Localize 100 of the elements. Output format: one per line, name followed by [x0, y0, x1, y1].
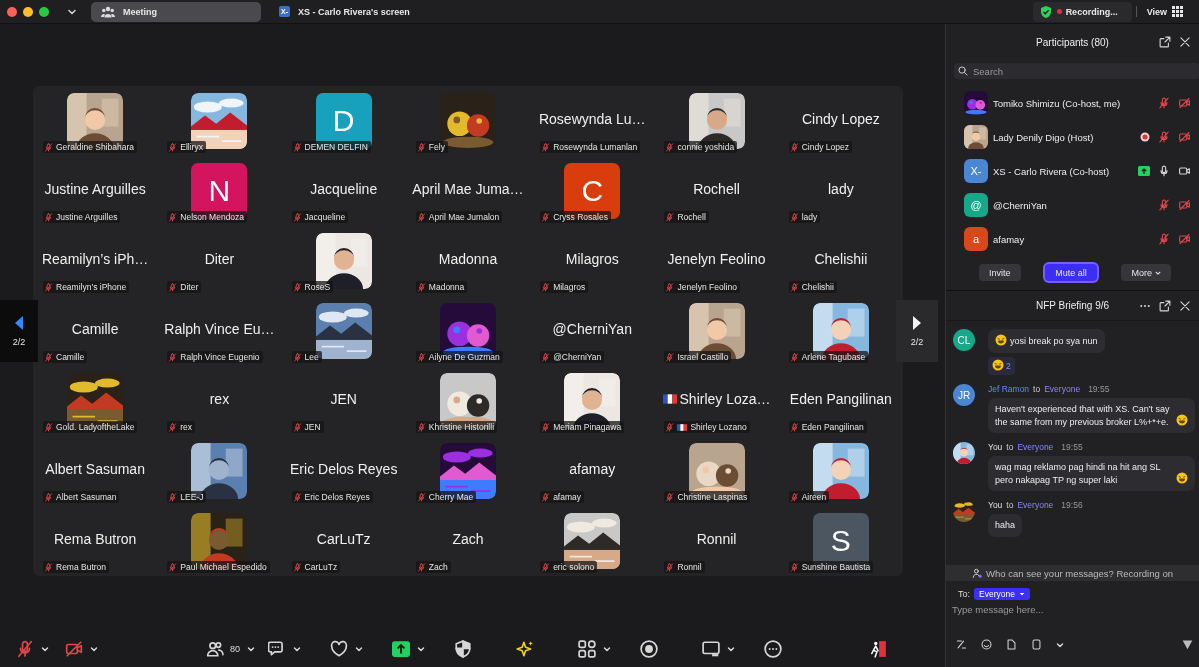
muted-mic-icon [665, 142, 675, 152]
sender-name: Jef Ramon [988, 384, 1030, 394]
panel-button[interactable]: More [1121, 264, 1171, 281]
screenshot-icon[interactable] [1031, 639, 1042, 650]
recording-dot-icon [1056, 9, 1062, 14]
participant-name: Arlene Tagubase [801, 352, 866, 362]
message-text: Haven't experienced that with XS. Can't say the same from my previous broker L%+*+e. [995, 403, 1171, 429]
panel-button[interactable]: Mute all [1045, 264, 1097, 281]
muted-mic-icon [44, 282, 53, 292]
caret-icon[interactable] [417, 644, 425, 653]
person-icon [972, 568, 983, 578]
muted-mic-icon [416, 422, 426, 432]
reaction-chip[interactable]: 2 [988, 357, 1015, 375]
shield-icon [454, 639, 472, 658]
caret-icon[interactable] [603, 644, 611, 653]
display-name: @CherniYan [552, 321, 632, 337]
sparkle-icon [516, 639, 534, 658]
message-text: haha [995, 519, 1016, 532]
page-button[interactable]: 2/2 [896, 300, 938, 362]
participant-name: Albert Sasuman [56, 492, 117, 502]
muted-mic-icon [416, 212, 426, 222]
emoji-icon[interactable] [981, 639, 992, 650]
window-control-icon[interactable] [23, 6, 33, 17]
pop-out-icon[interactable] [1159, 36, 1171, 48]
recording-status: Recording... [1065, 6, 1118, 17]
muted-mic-icon [44, 352, 53, 362]
display-name: Eric Delos Reyes [290, 461, 398, 477]
people-icon [101, 5, 115, 18]
muted-mic-icon [416, 562, 426, 572]
participant-name: Tomiko Shimizu (Co-host, me) [993, 97, 1121, 109]
muted-mic-icon [44, 142, 53, 152]
pop-out-icon[interactable] [1159, 299, 1171, 312]
participant-name: Shirley Lozano [690, 422, 747, 432]
caret-icon[interactable] [1155, 269, 1161, 276]
caret-icon[interactable] [90, 644, 98, 653]
toolbar-button[interactable] [576, 637, 598, 660]
display-name: Jenelyn Feolino [667, 251, 766, 267]
caret-icon[interactable] [1056, 640, 1064, 649]
send-icon[interactable] [1182, 639, 1193, 650]
participant-name: Paul Michael Espedido [180, 562, 267, 572]
more-icon [764, 639, 782, 658]
caret-icon[interactable] [41, 644, 49, 653]
apps-icon [578, 639, 596, 658]
participant-name: JEN [304, 422, 321, 432]
participant-name: Nelson Mendoza [180, 212, 245, 222]
display-name: Rosewynda Lu… [538, 111, 646, 127]
participant-name: afamay [553, 492, 581, 502]
laughing-emoji-icon [992, 359, 1004, 371]
muted-mic-icon [789, 142, 799, 152]
record-icon [640, 639, 658, 658]
participant-name: Madonna [428, 282, 465, 292]
caret-icon[interactable] [727, 644, 735, 653]
sender-name: You [988, 442, 1003, 453]
participant-name: Gold. LadyoftheLake [56, 422, 135, 432]
participants-icon [206, 639, 224, 658]
window-control-icon[interactable] [39, 6, 49, 17]
avatar: a [964, 227, 988, 251]
participant-name: Diter [180, 282, 199, 292]
avatar: CL [953, 329, 975, 351]
view-button[interactable]: View [1135, 6, 1193, 17]
format-icon[interactable] [956, 639, 967, 650]
participant-name: Reamilyn’s iPhone [56, 282, 127, 292]
toolbar-button[interactable]: 80 [204, 637, 242, 660]
muted-mic-icon [168, 492, 178, 502]
muted-mic-icon [44, 422, 53, 432]
participant-name: Meriam Pinagawa [553, 422, 622, 432]
page-button[interactable]: 2/2 [0, 300, 38, 362]
participant-name: Ralph Vince Eugenio [180, 352, 260, 362]
muted-mic-icon [541, 212, 551, 222]
display-name: Milagros [565, 251, 619, 267]
caret-icon[interactable] [293, 644, 301, 653]
participant-name: Lee [304, 352, 319, 362]
heart-icon [330, 639, 348, 658]
toolbar-button[interactable] [452, 637, 474, 660]
notice-bar: Who can see your messages? Recording on [946, 565, 1199, 581]
toolbar-button[interactable] [762, 637, 784, 660]
recipient-dropdown[interactable]: Everyone [974, 588, 1030, 600]
participant-name: Rema Butron [56, 562, 107, 572]
close-icon[interactable] [1179, 299, 1191, 312]
caret-icon[interactable] [355, 644, 363, 653]
display-name: lady [828, 181, 854, 197]
message-time: 19:55 [1061, 442, 1083, 453]
search-field[interactable]: Search [954, 63, 1199, 79]
file-icon[interactable] [1006, 639, 1017, 650]
message-input[interactable]: Type message here... [952, 604, 1182, 615]
toolbar-button[interactable] [638, 637, 660, 660]
window-tab[interactable]: Meeting [91, 1, 261, 22]
display-name: Ronnil [696, 531, 737, 547]
display-name: Shirley Loza… [679, 391, 771, 407]
caret-icon[interactable] [247, 644, 255, 653]
muted-mic-icon [168, 422, 178, 432]
participant-name: @CherniYan [993, 199, 1047, 211]
muted-mic-icon [416, 282, 426, 292]
left-arrow-icon [13, 315, 25, 331]
close-icon[interactable] [1179, 36, 1191, 48]
right-arrow-icon [911, 315, 923, 331]
panel-button[interactable]: Invite [979, 264, 1021, 281]
participant-name: eric solono [553, 562, 595, 572]
window-control-icon[interactable] [7, 6, 17, 17]
participant-name: Cryss Rosales [553, 212, 608, 222]
